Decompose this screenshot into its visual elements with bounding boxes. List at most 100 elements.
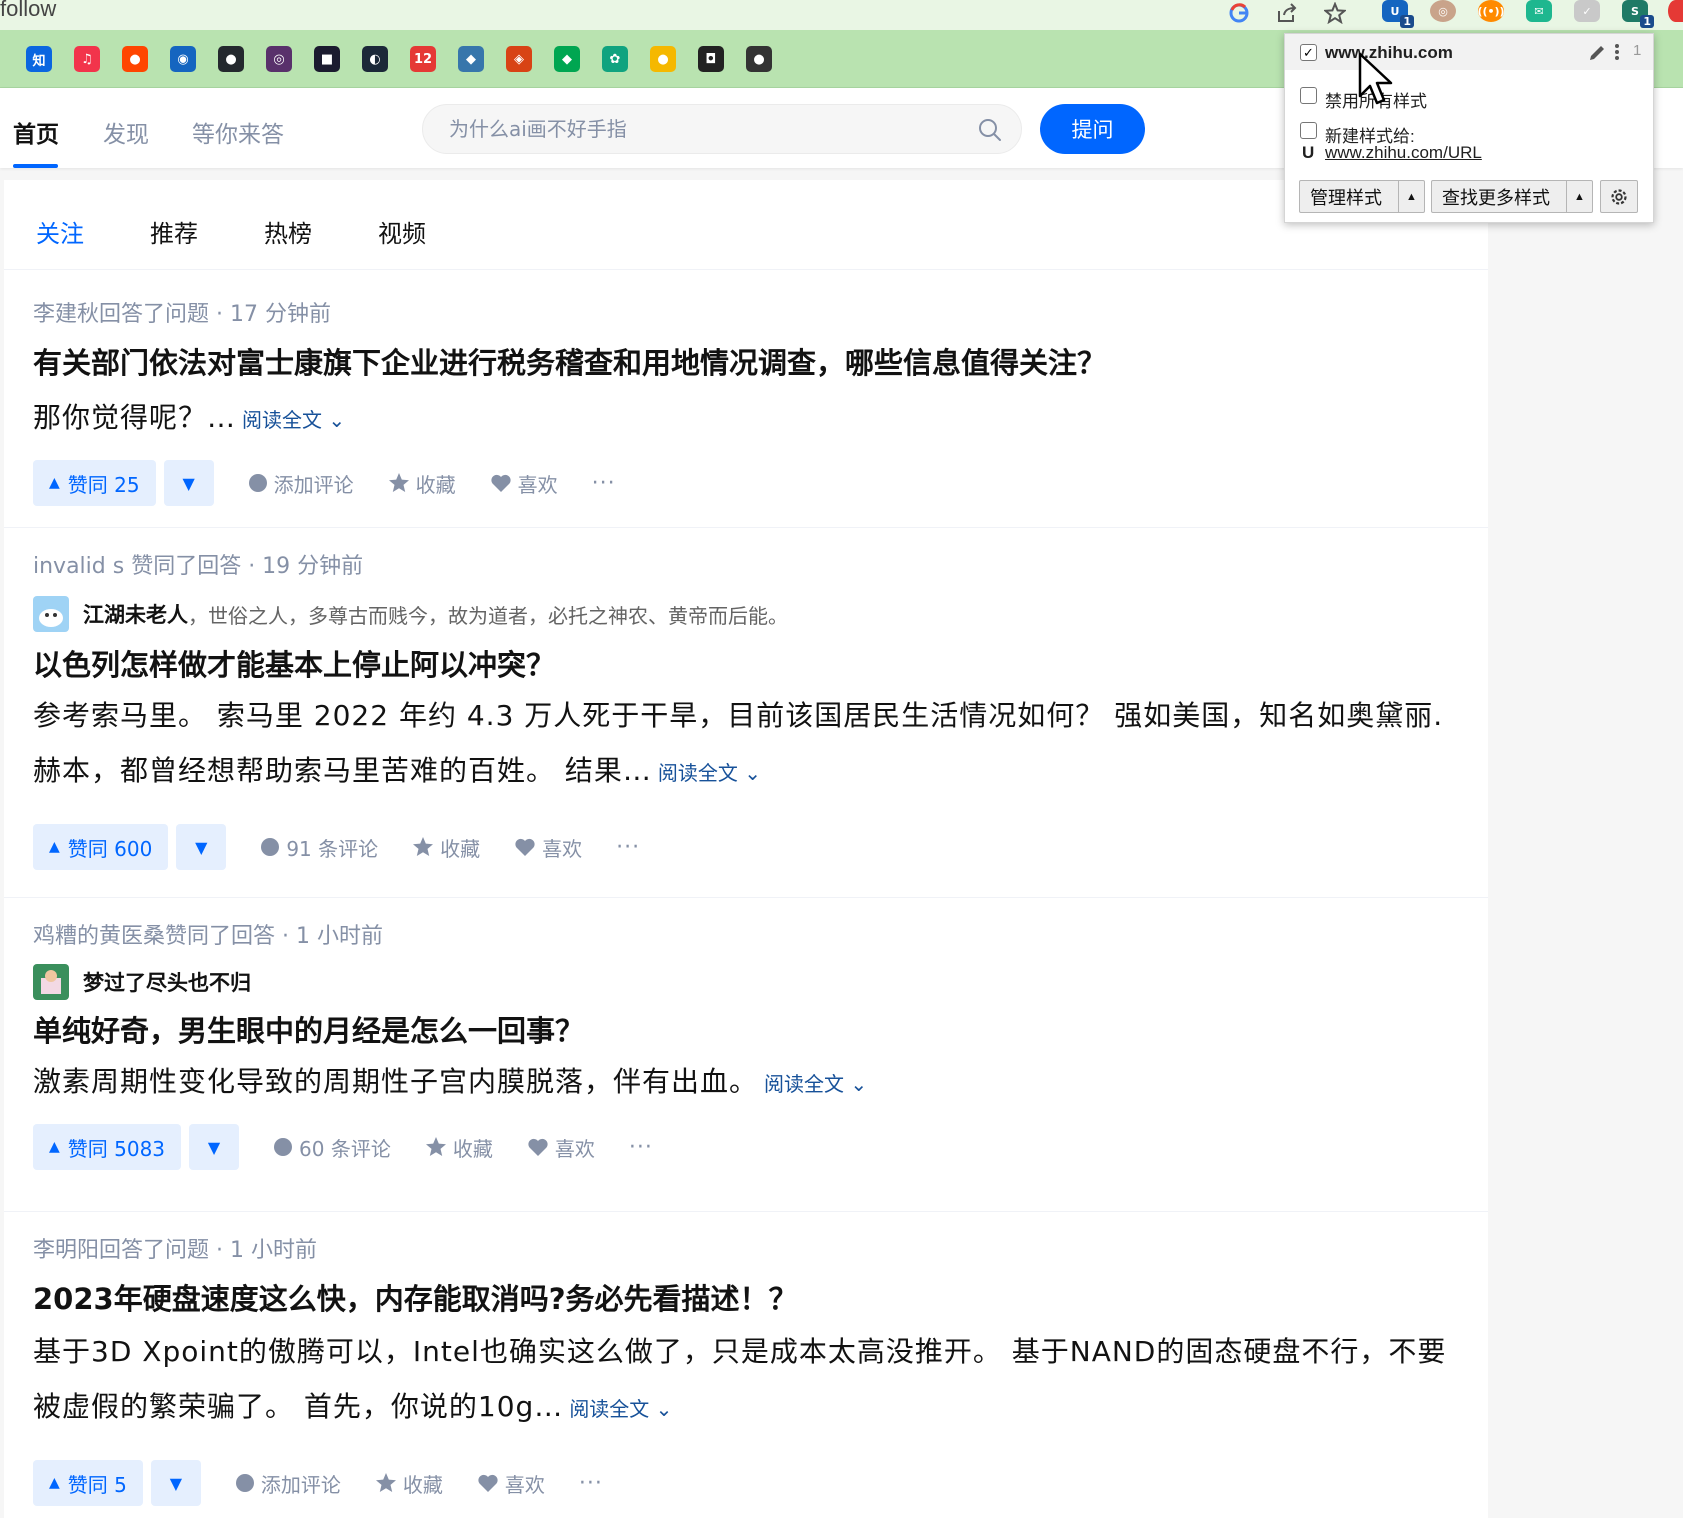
read-more-link[interactable]: 阅读全文 ⌄ [569, 1397, 672, 1421]
bookmark-music-icon[interactable]: ♫ [74, 46, 100, 72]
mail-extension-icon[interactable]: ✉ [1526, 0, 1552, 22]
search-input[interactable] [449, 105, 949, 153]
shield-extension-icon[interactable]: ✓ [1574, 0, 1600, 22]
find-styles-button[interactable]: 查找更多样式 ▲ [1431, 180, 1593, 213]
nav-tab-discover[interactable]: 发现 [103, 115, 149, 149]
action-bar: ▲ 赞同 600 ▼ 91 条评论 收藏 喜欢 ··· [33, 824, 640, 870]
bookmark-circle-app-icon[interactable]: ◉ [170, 46, 196, 72]
new-style-url-link[interactable]: www.zhihu.com/URL [1325, 143, 1482, 163]
like-button[interactable]: 喜欢 [477, 1469, 545, 1498]
search-icon[interactable] [977, 117, 1003, 143]
bookmark-python-icon[interactable]: ◆ [458, 46, 484, 72]
collect-button[interactable]: 收藏 [375, 1469, 443, 1498]
action-bar: ▲ 赞同 5083 ▼ 60 条评论 收藏 喜欢 ··· [33, 1124, 653, 1170]
author-name[interactable]: 江湖未老人 [83, 599, 188, 629]
bookmark-emoji-icon[interactable]: ● [650, 46, 676, 72]
like-button[interactable]: 喜欢 [514, 833, 582, 862]
collect-button[interactable]: 收藏 [425, 1133, 493, 1162]
edit-pencil-icon[interactable] [1587, 43, 1607, 63]
upvote-button[interactable]: ▲ 赞同 25 [33, 460, 156, 506]
question-title[interactable]: 单纯好奇，男生眼中的月经是怎么一回事？ [33, 1008, 584, 1050]
tampermonkey-extension-icon[interactable]: ◎ [1430, 0, 1456, 22]
search-box[interactable] [422, 104, 1022, 154]
more-options-button[interactable]: ··· [629, 1135, 653, 1160]
bookmark-cat-icon[interactable]: ● [746, 46, 772, 72]
like-button[interactable]: 喜欢 [527, 1133, 595, 1162]
rss-extension-icon[interactable]: ((•)) [1477, 0, 1505, 22]
bookmark-tor-icon[interactable]: ◎ [266, 46, 292, 72]
comment-button[interactable]: 91 条评论 [260, 833, 378, 862]
ublock-extension-icon[interactable]: U1 [1382, 0, 1414, 28]
bookmark-openai-icon[interactable]: ✿ [602, 46, 628, 72]
collect-button[interactable]: 收藏 [388, 469, 456, 498]
downvote-button[interactable]: ▼ [163, 460, 214, 506]
new-style-checkbox[interactable] [1300, 122, 1317, 139]
read-more-link[interactable]: 阅读全文 ⌄ [658, 761, 761, 785]
comment-label: 91 条评论 [286, 836, 379, 861]
bookmark-steam-icon[interactable]: ◐ [362, 46, 388, 72]
question-title[interactable]: 有关部门依法对富士康旗下企业进行税务稽查和用地情况调查，哪些信息值得关注？ [33, 340, 1106, 382]
profile-avatar-icon[interactable] [1668, 0, 1683, 22]
settings-button[interactable] [1600, 180, 1638, 213]
author-name[interactable]: 梦过了尽头也不归 [83, 967, 251, 997]
comment-button[interactable]: 60 条评论 [273, 1133, 391, 1162]
avatar[interactable] [33, 964, 69, 1000]
upvote-icon: ▲ [49, 1139, 60, 1155]
comment-button[interactable]: 添加评论 [248, 469, 354, 498]
bookmark-leaf-icon[interactable]: ◆ [554, 46, 580, 72]
answer-excerpt[interactable]: 激素周期性变化导致的周期性子宫内膜脱落，伴有出血。 阅读全文 ⌄ [33, 1054, 1463, 1112]
like-button[interactable]: 喜欢 [490, 469, 558, 498]
collect-button[interactable]: 收藏 [412, 833, 480, 862]
like-label: 喜欢 [554, 1136, 595, 1161]
avatar[interactable] [33, 596, 69, 632]
kebab-menu-icon[interactable] [1613, 42, 1621, 62]
nav-tab-home[interactable]: 首页 [13, 115, 59, 149]
upvote-button[interactable]: ▲ 赞同 600 [33, 824, 169, 870]
read-more-link[interactable]: 阅读全文 ⌄ [764, 1072, 867, 1096]
manage-styles-button[interactable]: 管理样式 ▲ [1299, 180, 1425, 213]
stylus-site-row: ✓ www.zhihu.com 1 [1285, 34, 1653, 70]
question-title[interactable]: 2023年硬盘速度这么快，内存能取消吗?务必先看描述！？ [33, 1276, 798, 1318]
bookmark-zhihu-icon[interactable]: 知 [26, 46, 52, 72]
downvote-button[interactable]: ▼ [176, 824, 227, 870]
disable-all-checkbox[interactable] [1300, 87, 1317, 104]
bookmark-github-icon[interactable]: ● [218, 46, 244, 72]
bookmark-game-icon[interactable]: ◈ [506, 46, 532, 72]
tab-recommended[interactable]: 推荐 [150, 214, 198, 249]
question-title[interactable]: 以色列怎样做才能基本上停止阿以冲突？ [33, 642, 555, 684]
answer-excerpt[interactable]: 基于3D Xpoint的傲腾可以，Intel也确实这么做了，只是成本太高没推开。… [33, 1324, 1463, 1437]
collect-label: 收藏 [415, 472, 456, 497]
more-options-button[interactable]: ··· [616, 835, 640, 860]
bookmark-reddit-icon[interactable]: ● [122, 46, 148, 72]
bookmark-robot-icon[interactable]: ◘ [698, 46, 724, 72]
tab-hot[interactable]: 热榜 [264, 214, 312, 249]
share-icon[interactable] [1274, 0, 1300, 26]
site-style-checkbox[interactable]: ✓ [1300, 44, 1317, 61]
bookmark-calendar-icon[interactable]: 12 [410, 46, 436, 72]
downvote-button[interactable]: ▼ [189, 1124, 240, 1170]
downvote-button[interactable]: ▼ [150, 1460, 201, 1506]
comment-button[interactable]: 添加评论 [235, 1469, 341, 1498]
more-options-button[interactable]: ··· [592, 471, 616, 496]
answer-excerpt[interactable]: 那你觉得呢？… 阅读全文 ⌄ [33, 390, 1463, 448]
nav-tab-waiting-answers[interactable]: 等你来答 [192, 115, 284, 149]
downvote-icon: ▼ [182, 473, 195, 493]
find-dropdown-arrow-icon[interactable]: ▲ [1566, 181, 1592, 212]
upvote-button[interactable]: ▲ 赞同 5083 [33, 1124, 182, 1170]
bookmark-dark-app-icon[interactable]: ■ [314, 46, 340, 72]
google-icon[interactable] [1226, 0, 1252, 26]
like-label: 喜欢 [504, 1472, 545, 1497]
excerpt-text: 那你觉得呢？… [33, 401, 237, 434]
tab-following[interactable]: 关注 [36, 214, 84, 249]
bookmark-star-icon[interactable] [1322, 0, 1348, 26]
manage-dropdown-arrow-icon[interactable]: ▲ [1398, 181, 1424, 212]
heart-icon [478, 1474, 498, 1492]
answer-excerpt[interactable]: 参考索马里。 索马里 2022 年约 4.3 万人死于干旱，目前该国居民生活情况… [33, 688, 1463, 801]
tab-video[interactable]: 视频 [378, 214, 426, 249]
upvote-button[interactable]: ▲ 赞同 5 [33, 1460, 143, 1506]
stylus-extension-icon[interactable]: S1 [1622, 0, 1654, 28]
read-more-link[interactable]: 阅读全文 ⌄ [242, 408, 345, 432]
ask-question-button[interactable]: 提问 [1040, 104, 1145, 154]
heart-icon [515, 838, 535, 856]
more-options-button[interactable]: ··· [579, 1471, 603, 1496]
